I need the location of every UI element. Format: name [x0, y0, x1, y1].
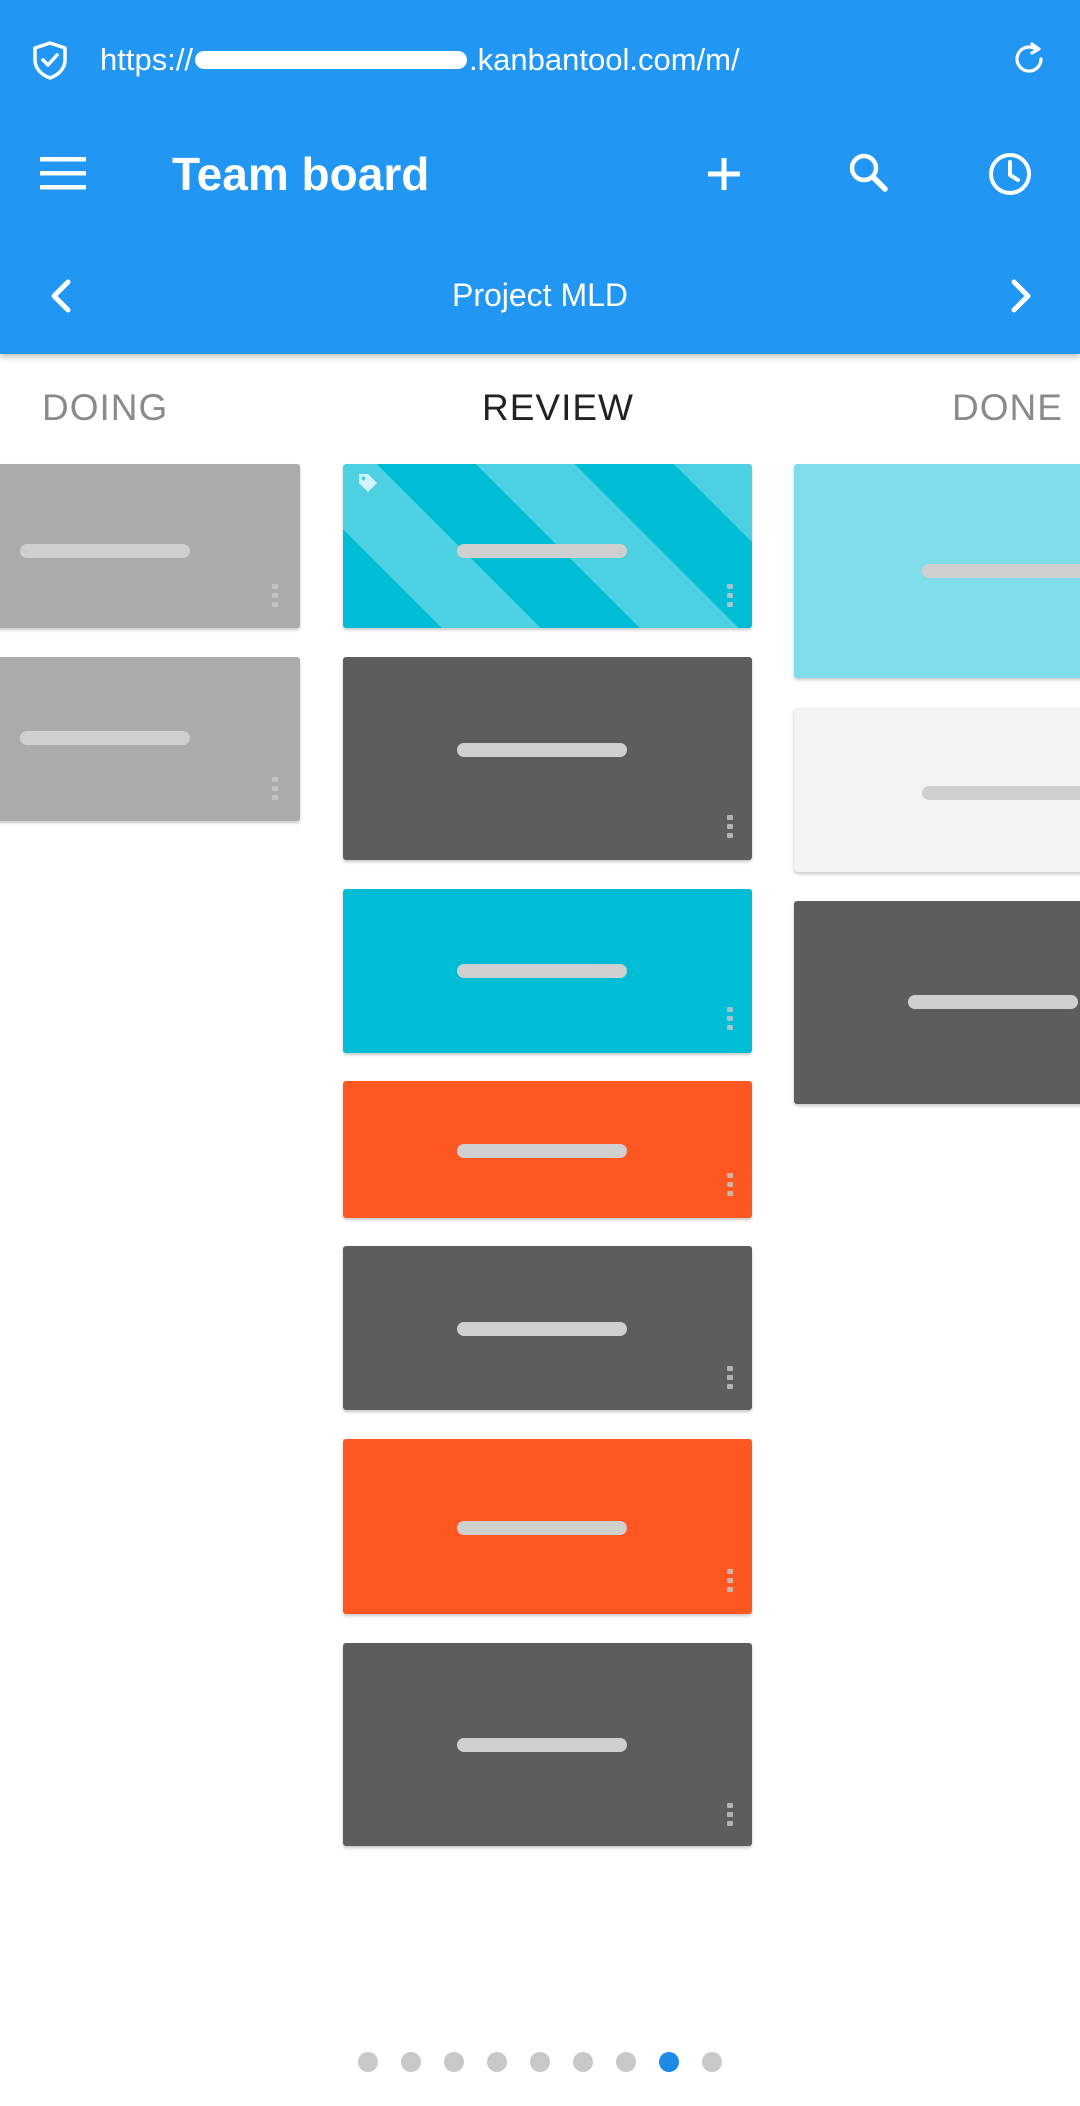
card-title-placeholder	[457, 743, 627, 757]
page-dot[interactable]	[401, 2052, 421, 2072]
card-title-placeholder	[457, 1144, 627, 1158]
card-title-placeholder	[20, 731, 190, 745]
card-more-icon[interactable]	[727, 815, 733, 838]
card-more-icon[interactable]	[727, 584, 733, 607]
card-title-placeholder	[908, 995, 1078, 1009]
hamburger-menu-icon[interactable]	[40, 156, 86, 190]
column-title-review[interactable]: REVIEW	[482, 384, 634, 432]
card-more-icon[interactable]	[727, 1803, 733, 1826]
project-switcher: Project MLD	[0, 232, 1080, 354]
task-card[interactable]	[343, 1643, 752, 1846]
card-title-placeholder	[457, 1322, 627, 1336]
card-more-icon[interactable]	[727, 1173, 733, 1196]
page-dot[interactable]	[444, 2052, 464, 2072]
card-more-icon[interactable]	[727, 1366, 733, 1389]
url-redacted-block	[195, 51, 468, 69]
column-title-doing[interactable]: DOING	[42, 384, 168, 432]
card-more-icon[interactable]	[727, 1569, 733, 1592]
page-dot[interactable]	[358, 2052, 378, 2072]
page-dot-active[interactable]	[659, 2052, 679, 2072]
card-more-icon[interactable]	[272, 584, 278, 607]
card-title-placeholder	[457, 1738, 627, 1752]
tag-icon	[359, 474, 377, 492]
project-name[interactable]: Project MLD	[0, 272, 1080, 318]
card-more-icon[interactable]	[272, 777, 278, 800]
search-icon[interactable]	[846, 150, 890, 194]
card-title-placeholder	[922, 564, 1080, 578]
task-card[interactable]	[0, 464, 300, 628]
page-dot[interactable]	[530, 2052, 550, 2072]
task-card[interactable]	[794, 464, 1080, 678]
task-card[interactable]	[343, 1439, 752, 1614]
board-title: Team board	[172, 148, 430, 200]
page-dot[interactable]	[702, 2052, 722, 2072]
task-card[interactable]	[343, 889, 752, 1053]
url-suffix: .kanbantool.com/m/	[469, 42, 740, 77]
page-dot[interactable]	[487, 2052, 507, 2072]
browser-url-bar: https:// .kanbantool.com/m/	[0, 0, 1080, 116]
task-card[interactable]	[343, 1081, 752, 1218]
card-title-placeholder	[20, 544, 190, 558]
card-title-placeholder	[457, 544, 627, 558]
page-dot[interactable]	[616, 2052, 636, 2072]
plus-icon[interactable]	[702, 152, 746, 196]
page-dot[interactable]	[573, 2052, 593, 2072]
task-card[interactable]	[343, 1246, 752, 1410]
column-title-done[interactable]: DONE	[952, 384, 1063, 432]
card-title-placeholder	[457, 1521, 627, 1535]
app-header: https:// .kanbantool.com/m/ Team board P…	[0, 0, 1080, 354]
card-title-placeholder	[922, 786, 1080, 800]
url-prefix: https://	[100, 42, 194, 77]
page-indicator	[0, 2052, 1080, 2072]
task-card[interactable]	[794, 708, 1080, 872]
reload-icon[interactable]	[1010, 40, 1048, 78]
chevron-right-icon[interactable]	[1006, 278, 1036, 314]
card-title-placeholder	[457, 964, 627, 978]
card-more-icon[interactable]	[727, 1007, 733, 1030]
url-text[interactable]: https:// .kanbantool.com/m/	[100, 38, 740, 82]
task-card[interactable]	[0, 657, 300, 821]
clock-icon[interactable]	[986, 150, 1034, 198]
task-card-tagged[interactable]	[343, 464, 752, 628]
task-card[interactable]	[794, 901, 1080, 1104]
task-card[interactable]	[343, 657, 752, 860]
shield-check-icon[interactable]	[32, 40, 68, 80]
app-toolbar: Team board	[0, 116, 1080, 232]
